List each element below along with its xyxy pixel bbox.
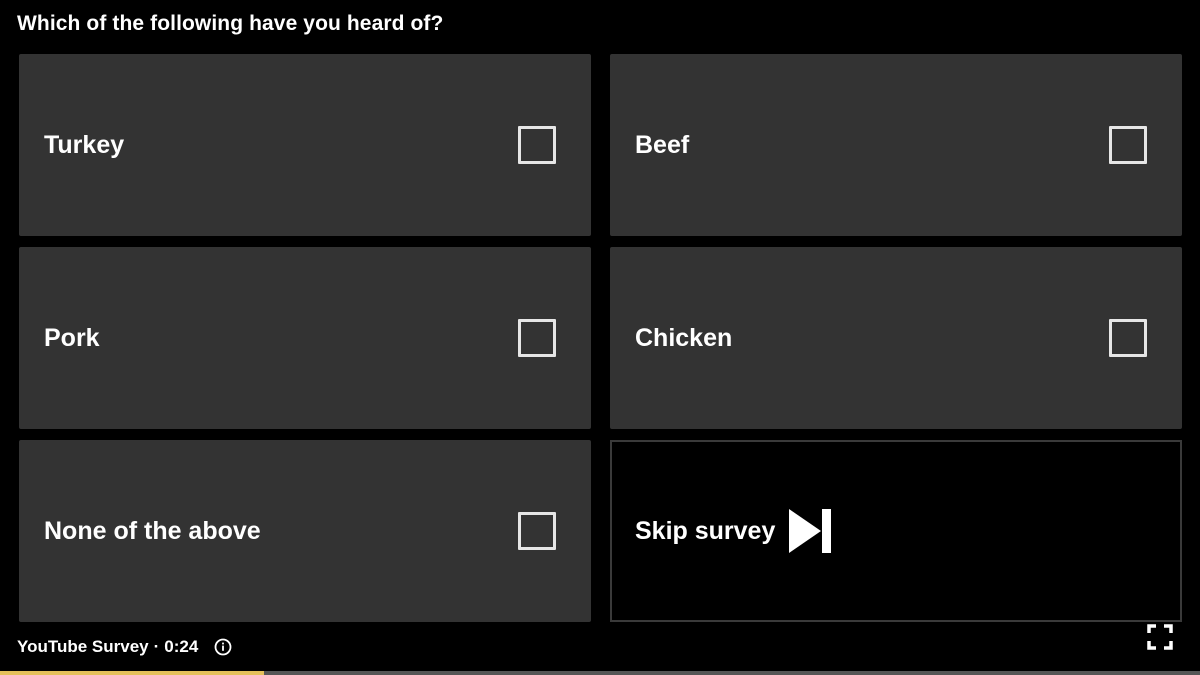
progress-bar-fill [0, 671, 264, 675]
option-label: Pork [44, 323, 100, 352]
survey-timer: 0:24 [164, 637, 199, 656]
option-chicken[interactable]: Chicken [610, 247, 1182, 429]
checkbox-icon[interactable] [518, 319, 556, 357]
option-label: Beef [635, 130, 690, 159]
checkbox-icon[interactable] [518, 126, 556, 164]
survey-overlay: Which of the following have you heard of… [0, 0, 1200, 675]
fullscreen-icon[interactable] [1147, 624, 1173, 650]
options-grid: Turkey Beef Pork Chicken None of the abo… [19, 54, 1183, 622]
option-none-of-the-above[interactable]: None of the above [19, 440, 591, 622]
option-label: Chicken [635, 323, 733, 352]
option-label: Turkey [44, 130, 125, 159]
survey-source: YouTube Survey [17, 637, 149, 656]
checkbox-icon[interactable] [1109, 319, 1147, 357]
skip-next-icon [789, 509, 832, 553]
option-label: None of the above [44, 516, 261, 545]
checkbox-icon[interactable] [1109, 126, 1147, 164]
footer-info: YouTube Survey · 0:24 [17, 637, 232, 657]
option-pork[interactable]: Pork [19, 247, 591, 429]
option-turkey[interactable]: Turkey [19, 54, 591, 236]
checkbox-icon[interactable] [518, 512, 556, 550]
info-icon[interactable] [214, 638, 232, 656]
skip-survey-button[interactable]: Skip survey [610, 440, 1182, 622]
separator: · [153, 637, 160, 656]
progress-bar [0, 671, 1200, 675]
skip-survey-label: Skip survey [635, 516, 776, 545]
option-beef[interactable]: Beef [610, 54, 1182, 236]
survey-question: Which of the following have you heard of… [17, 12, 444, 35]
